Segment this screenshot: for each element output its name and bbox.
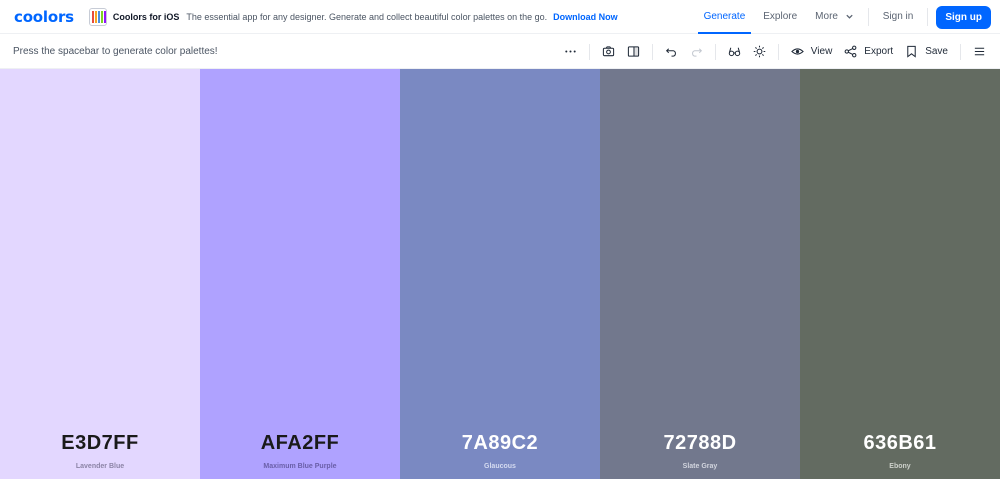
color-swatch[interactable]: E3D7FF Lavender Blue (0, 69, 200, 479)
swatch-hex-code[interactable]: E3D7FF (0, 432, 200, 455)
sun-icon (753, 45, 766, 58)
palette-toolbar: Press the spacebar to generate color pal… (0, 34, 1000, 69)
view-label: View (810, 46, 833, 57)
nav-divider (867, 8, 869, 26)
bookmark-icon (907, 45, 916, 58)
toolbar-divider (588, 43, 590, 60)
nav-divider (927, 8, 929, 26)
ios-app-icon (88, 7, 107, 26)
coolors-logo[interactable]: coolors (14, 8, 74, 26)
more-dots-icon (565, 50, 576, 53)
export-button[interactable]: Export (838, 34, 899, 69)
color-blindness-button[interactable] (722, 34, 747, 69)
top-bar: coolors Coolors for iOS The essential ap… (0, 0, 1000, 34)
quick-view-button[interactable] (596, 34, 621, 69)
view-button[interactable]: View (785, 34, 839, 69)
main-nav: Generate Explore More Sign in Sign up (697, 0, 1000, 34)
sign-up-button[interactable]: Sign up (936, 5, 991, 29)
ios-promo-description: The essential app for any designer. Gene… (186, 11, 548, 22)
adjust-palette-button[interactable] (747, 34, 772, 69)
export-label: Export (864, 46, 894, 57)
undo-button[interactable] (659, 34, 684, 69)
sign-in-link[interactable]: Sign in (877, 0, 920, 34)
nav-explore[interactable]: Explore (757, 0, 803, 34)
toolbar-actions: View Export Save (558, 34, 1000, 69)
swatch-hex-code[interactable]: 72788D (600, 432, 800, 455)
swatch-color-name: Slate Gray (682, 463, 718, 470)
ios-promo-title: Coolors for iOS (112, 11, 180, 22)
nav-more-label: More (815, 11, 838, 22)
share-icon (844, 45, 857, 58)
camera-icon (602, 46, 614, 57)
swatch-color-name: Maximum Blue Purple (263, 463, 337, 470)
nav-more[interactable]: More (809, 0, 860, 34)
nav-generate[interactable]: Generate (697, 0, 752, 34)
main-menu-button[interactable] (967, 34, 992, 69)
swatch-hex-code[interactable]: AFA2FF (200, 432, 400, 455)
color-swatch[interactable]: 72788D Slate Gray (600, 69, 800, 479)
swatch-color-name: Glaucous (484, 463, 516, 470)
nav-explore-label: Explore (763, 11, 798, 22)
eye-icon (790, 48, 804, 55)
toolbar-divider (777, 43, 779, 60)
chevron-down-icon (846, 14, 853, 19)
toolbar-divider (714, 43, 716, 60)
redo-icon (691, 48, 702, 57)
swatch-color-name: Lavender Blue (75, 463, 125, 470)
download-now-link[interactable]: Download Now (553, 12, 618, 22)
spacebar-hint: Press the spacebar to generate color pal… (13, 45, 218, 57)
redo-button[interactable] (684, 34, 709, 69)
swatch-hex-code[interactable]: 7A89C2 (400, 432, 600, 455)
undo-icon (665, 48, 676, 57)
ios-promo-banner: Coolors for iOS The essential app for an… (88, 0, 618, 33)
glasses-icon (728, 47, 741, 57)
toolbar-divider (960, 43, 961, 60)
swatch-color-name: Ebony (889, 463, 911, 470)
swatch-hex-code[interactable]: 636B61 (800, 432, 1000, 455)
menu-icon (974, 47, 985, 56)
save-label: Save (925, 46, 948, 57)
toggle-panel-button[interactable] (621, 34, 646, 69)
color-swatch[interactable]: AFA2FF Maximum Blue Purple (200, 69, 400, 479)
save-button[interactable]: Save (899, 34, 954, 69)
sidebar-panel-icon (627, 46, 639, 57)
color-palette: E3D7FF Lavender Blue AFA2FF Maximum Blue… (0, 69, 1000, 479)
toolbar-divider (651, 43, 653, 60)
color-swatch[interactable]: 7A89C2 Glaucous (400, 69, 600, 479)
color-swatch[interactable]: 636B61 Ebony (800, 69, 1000, 479)
more-options-button[interactable] (558, 34, 583, 69)
